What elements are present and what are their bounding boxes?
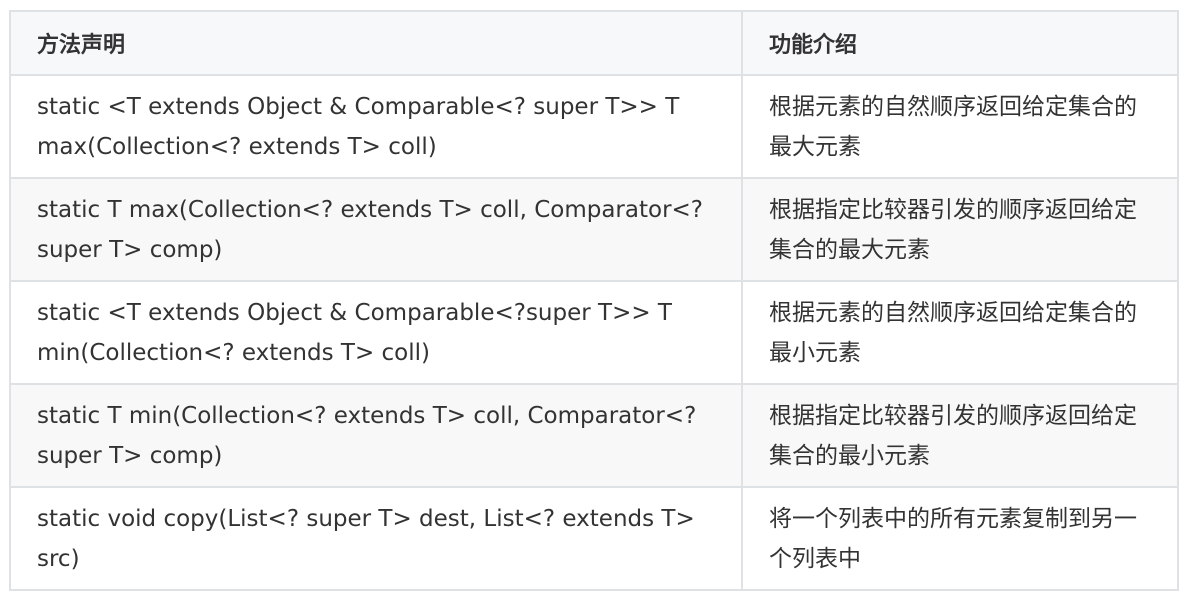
method-cell: static <T extends Object & Comparable<?s… [9,280,743,385]
methods-table-container: 方法声明 功能介绍 static <T extends Object & Com… [9,10,1179,591]
description-cell: 根据元素的自然顺序返回给定集合的最大元素 [741,74,1179,179]
method-cell: static void copy(List<? super T> dest, L… [9,486,743,591]
methods-table: 方法声明 功能介绍 static <T extends Object & Com… [9,10,1179,591]
method-cell: static T min(Collection<? extends T> col… [9,383,743,488]
method-cell: static <T extends Object & Comparable<? … [9,74,743,179]
header-method-declaration: 方法声明 [9,10,743,76]
table-row: static <T extends Object & Comparable<? … [9,74,1179,179]
header-description: 功能介绍 [741,10,1179,76]
table-row: static <T extends Object & Comparable<?s… [9,280,1179,385]
table-row: static T min(Collection<? extends T> col… [9,383,1179,488]
description-cell: 根据指定比较器引发的顺序返回给定集合的最大元素 [741,177,1179,282]
table-row: static void copy(List<? super T> dest, L… [9,486,1179,591]
method-cell: static T max(Collection<? extends T> col… [9,177,743,282]
description-cell: 根据指定比较器引发的顺序返回给定集合的最小元素 [741,383,1179,488]
description-cell: 根据元素的自然顺序返回给定集合的最小元素 [741,280,1179,385]
description-cell: 将一个列表中的所有元素复制到另一个列表中 [741,486,1179,591]
table-header-row: 方法声明 功能介绍 [9,10,1179,76]
table-row: static T max(Collection<? extends T> col… [9,177,1179,282]
